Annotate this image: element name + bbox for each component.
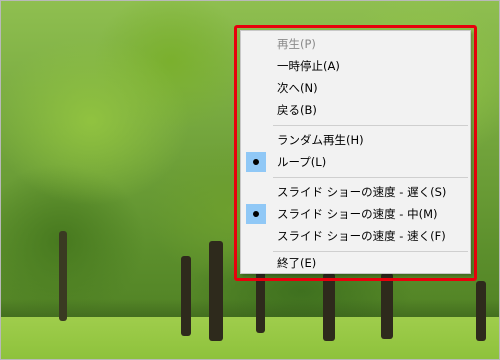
tree-trunk bbox=[476, 281, 486, 341]
bullet-icon bbox=[253, 159, 259, 165]
check-mark-icon bbox=[246, 204, 266, 224]
menu-item-back[interactable]: 戻る(B) bbox=[241, 99, 470, 121]
grass-field bbox=[1, 317, 499, 359]
menu-item-label: スライド ショーの速度 - 遅く(S) bbox=[277, 185, 447, 199]
menu-item-play: 再生(P) bbox=[241, 33, 470, 55]
menu-item-next[interactable]: 次へ(N) bbox=[241, 77, 470, 99]
menu-item-label: 一時停止(A) bbox=[277, 59, 340, 73]
check-mark-icon bbox=[246, 152, 266, 172]
menu-item-label: 再生(P) bbox=[277, 37, 316, 51]
menu-item-label: 次へ(N) bbox=[277, 81, 318, 95]
menu-item-shuffle[interactable]: ランダム再生(H) bbox=[241, 129, 470, 151]
menu-item-label: 終了(E) bbox=[277, 256, 317, 270]
bullet-icon bbox=[253, 211, 259, 217]
menu-item-label: ループ(L) bbox=[277, 155, 327, 169]
menu-item-speed-slow[interactable]: スライド ショーの速度 - 遅く(S) bbox=[241, 181, 470, 203]
menu-item-exit[interactable]: 終了(E) bbox=[241, 252, 470, 274]
menu-item-label: スライド ショーの速度 - 速く(F) bbox=[277, 229, 446, 243]
menu-item-speed-medium[interactable]: スライド ショーの速度 - 中(M) bbox=[241, 203, 470, 225]
tree-trunk bbox=[381, 273, 393, 339]
menu-separator bbox=[273, 125, 468, 126]
tree-trunk bbox=[323, 273, 335, 341]
menu-item-label: スライド ショーの速度 - 中(M) bbox=[277, 207, 438, 221]
menu-item-loop[interactable]: ループ(L) bbox=[241, 151, 470, 173]
slideshow-context-menu: 再生(P) 一時停止(A) 次へ(N) 戻る(B) ランダム再生(H) ループ(… bbox=[240, 30, 471, 274]
menu-item-label: 戻る(B) bbox=[277, 103, 317, 117]
menu-item-label: ランダム再生(H) bbox=[277, 133, 364, 147]
tree-trunk bbox=[59, 231, 67, 321]
menu-item-speed-fast[interactable]: スライド ショーの速度 - 速く(F) bbox=[241, 225, 470, 247]
menu-item-pause[interactable]: 一時停止(A) bbox=[241, 55, 470, 77]
tree-trunk bbox=[209, 241, 223, 341]
menu-separator bbox=[273, 177, 468, 178]
tree-trunk bbox=[181, 256, 191, 336]
